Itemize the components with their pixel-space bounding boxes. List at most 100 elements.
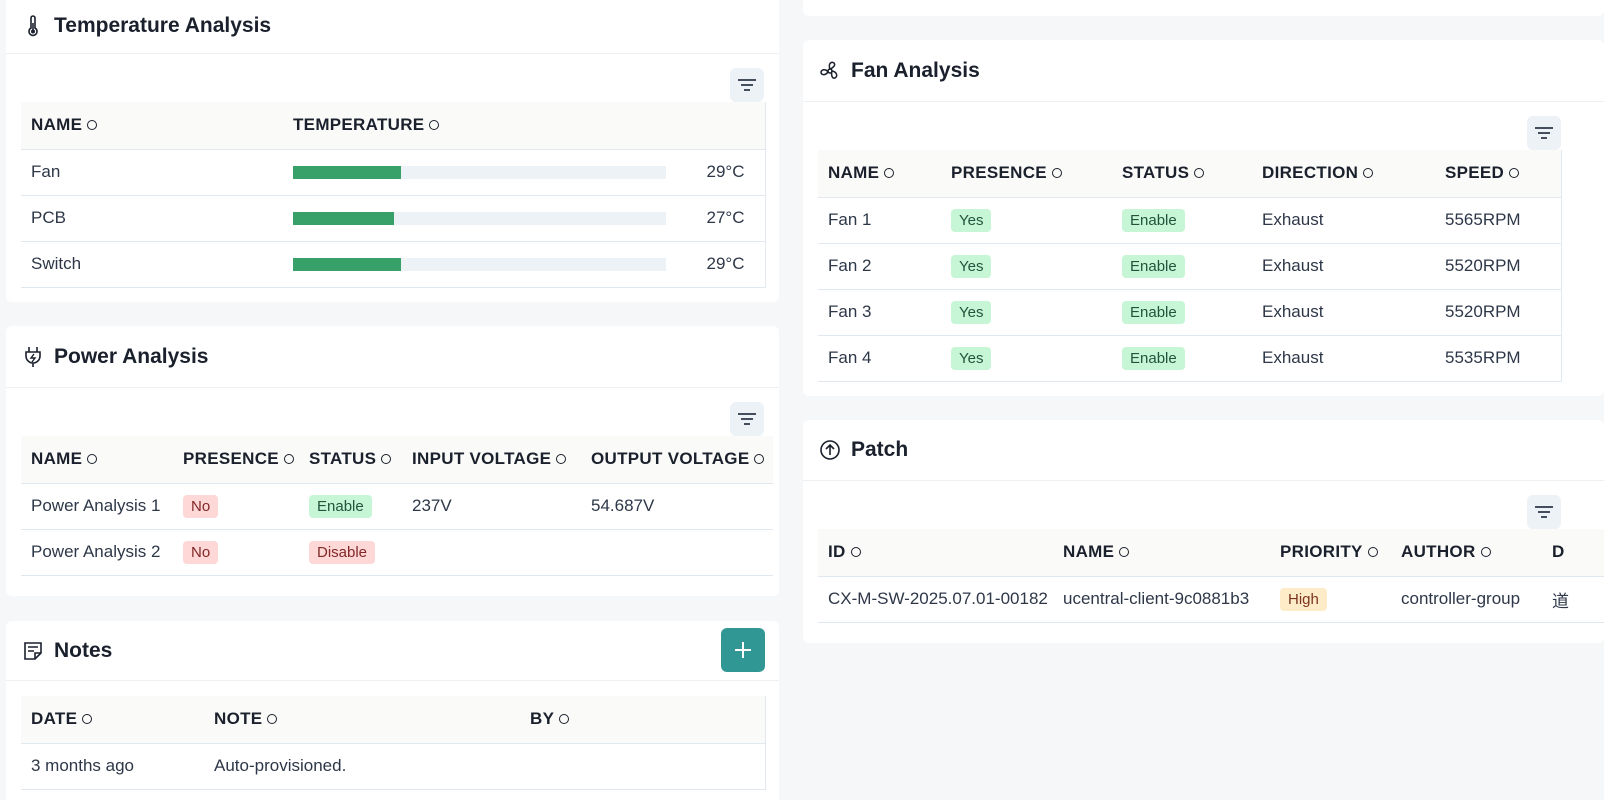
sort-icon[interactable] bbox=[1119, 547, 1130, 558]
name-cell: Switch bbox=[21, 241, 283, 288]
temperature-value: 29°C bbox=[673, 241, 765, 288]
column-header[interactable]: DIRECTION bbox=[1252, 150, 1435, 198]
column-header[interactable]: AUTHOR bbox=[1391, 529, 1542, 577]
filter-button[interactable] bbox=[730, 402, 764, 436]
column-header[interactable]: STATUS bbox=[1112, 150, 1252, 198]
name-cell: Fan 1 bbox=[818, 197, 941, 244]
patch-header: Patch bbox=[803, 420, 1604, 481]
sort-icon[interactable] bbox=[429, 120, 440, 131]
sort-icon[interactable] bbox=[87, 120, 98, 131]
fan-table: NAME PRESENCE STATUS DIRECTION SPEED Fan… bbox=[818, 150, 1562, 382]
sort-icon[interactable] bbox=[1509, 168, 1520, 179]
sort-icon[interactable] bbox=[82, 714, 93, 725]
direction-cell: Exhaust bbox=[1252, 335, 1435, 382]
sort-icon[interactable] bbox=[559, 714, 570, 725]
status-badge: Enable bbox=[1122, 254, 1185, 278]
input-voltage-cell bbox=[402, 529, 581, 576]
column-header[interactable]: PRIORITY bbox=[1270, 529, 1391, 577]
priority-badge: High bbox=[1280, 587, 1327, 611]
status-badge: Enable bbox=[1122, 346, 1185, 370]
card-title: Fan Analysis bbox=[851, 58, 980, 82]
table-row: Fan 29°C bbox=[21, 149, 765, 196]
power-header: Power Analysis bbox=[6, 326, 779, 388]
temperature-header: Temperature Analysis bbox=[6, 0, 779, 54]
sort-icon[interactable] bbox=[1051, 168, 1062, 179]
column-header[interactable]: NOTE bbox=[204, 696, 520, 744]
add-note-button[interactable] bbox=[721, 628, 765, 672]
description-cell: 道 bbox=[1542, 576, 1604, 623]
power-table: NAME PRESENCE STATUS INPUT VOLTAGE OUTPU… bbox=[21, 436, 773, 576]
status-badge: Enable bbox=[1122, 300, 1185, 324]
filter-button[interactable] bbox=[730, 68, 764, 102]
name-cell: Fan 2 bbox=[818, 243, 941, 290]
column-header[interactable]: D bbox=[1542, 529, 1604, 577]
column-header[interactable]: OUTPUT VOLTAGE bbox=[581, 436, 773, 484]
thermometer-icon bbox=[22, 14, 44, 37]
table-row: Fan 3 Yes Enable Exhaust 5520RPM bbox=[818, 289, 1561, 336]
column-header[interactable]: NAME bbox=[21, 102, 283, 150]
column-header[interactable]: BY bbox=[520, 696, 765, 744]
speed-cell: 5520RPM bbox=[1435, 289, 1561, 336]
filter-button[interactable] bbox=[1527, 495, 1561, 529]
sort-icon[interactable] bbox=[850, 547, 861, 558]
direction-cell: Exhaust bbox=[1252, 289, 1435, 336]
column-header[interactable]: NAME bbox=[1053, 529, 1270, 577]
power-card: Power Analysis NAME PRESENCE STATUS INPU… bbox=[6, 326, 779, 596]
column-header[interactable]: PRESENCE bbox=[941, 150, 1112, 198]
temperature-bar bbox=[293, 166, 666, 180]
sort-icon[interactable] bbox=[283, 454, 294, 465]
filter-icon bbox=[1535, 127, 1553, 139]
presence-badge: No bbox=[183, 494, 219, 518]
column-header[interactable]: INPUT VOLTAGE bbox=[402, 436, 581, 484]
column-header[interactable]: DATE bbox=[21, 696, 204, 744]
fan-icon bbox=[819, 60, 841, 82]
name-cell: ucentral-client-9c0881b3 bbox=[1053, 576, 1270, 623]
presence-badge: Yes bbox=[951, 208, 992, 232]
sort-icon[interactable] bbox=[87, 454, 98, 465]
note-icon bbox=[22, 640, 44, 662]
name-cell: Power Analysis 1 bbox=[21, 483, 173, 530]
table-row: Power Analysis 2 No Disable bbox=[21, 529, 773, 576]
column-header[interactable]: TEMPERATURE bbox=[283, 102, 673, 150]
presence-badge: Yes bbox=[951, 300, 992, 324]
column-header[interactable]: SPEED bbox=[1435, 150, 1561, 198]
sort-icon[interactable] bbox=[1194, 168, 1205, 179]
temperature-bar-fill bbox=[293, 258, 401, 272]
speed-cell: 5520RPM bbox=[1435, 243, 1561, 290]
direction-cell: Exhaust bbox=[1252, 197, 1435, 244]
sort-icon[interactable] bbox=[1367, 547, 1378, 558]
table-row: Switch 29°C bbox=[21, 241, 765, 288]
direction-cell: Exhaust bbox=[1252, 243, 1435, 290]
author-cell: controller-group bbox=[1391, 576, 1542, 623]
temperature-bar-fill bbox=[293, 212, 394, 226]
presence-badge: Yes bbox=[951, 254, 992, 278]
sort-icon[interactable] bbox=[884, 168, 895, 179]
card-title: Power Analysis bbox=[54, 344, 209, 368]
notes-card: Notes DATE NOTE BY 3 months ago Auto-pro… bbox=[6, 621, 779, 800]
name-cell: Fan 4 bbox=[818, 335, 941, 382]
table-row: PCB 27°C bbox=[21, 195, 765, 242]
column-header[interactable]: ID bbox=[818, 529, 1053, 577]
speed-cell: 5535RPM bbox=[1435, 335, 1561, 382]
fan-header: Fan Analysis bbox=[803, 40, 1604, 102]
column-header[interactable]: NAME bbox=[21, 436, 173, 484]
filter-button[interactable] bbox=[1527, 116, 1561, 150]
column-header[interactable]: NAME bbox=[818, 150, 941, 198]
sort-icon[interactable] bbox=[267, 714, 278, 725]
notes-table: DATE NOTE BY 3 months ago Auto-provision… bbox=[21, 696, 766, 790]
top-right-card bbox=[803, 0, 1604, 16]
sort-icon[interactable] bbox=[1480, 547, 1491, 558]
fan-card: Fan Analysis NAME PRESENCE STATUS DIRECT… bbox=[803, 40, 1604, 396]
sort-icon[interactable] bbox=[556, 454, 567, 465]
temperature-card: Temperature Analysis NAME TEMPERATURE Fa… bbox=[6, 0, 779, 302]
column-header[interactable]: PRESENCE bbox=[173, 436, 299, 484]
sort-icon[interactable] bbox=[1363, 168, 1374, 179]
status-badge: Enable bbox=[309, 494, 372, 518]
sort-icon[interactable] bbox=[754, 454, 765, 465]
name-cell: PCB bbox=[21, 195, 283, 242]
column-header[interactable]: STATUS bbox=[299, 436, 402, 484]
sort-icon[interactable] bbox=[381, 454, 392, 465]
notes-header: Notes bbox=[6, 621, 779, 681]
table-row: Fan 2 Yes Enable Exhaust 5520RPM bbox=[818, 243, 1561, 290]
table-row: Power Analysis 1 No Enable 237V 54.687V bbox=[21, 483, 773, 530]
